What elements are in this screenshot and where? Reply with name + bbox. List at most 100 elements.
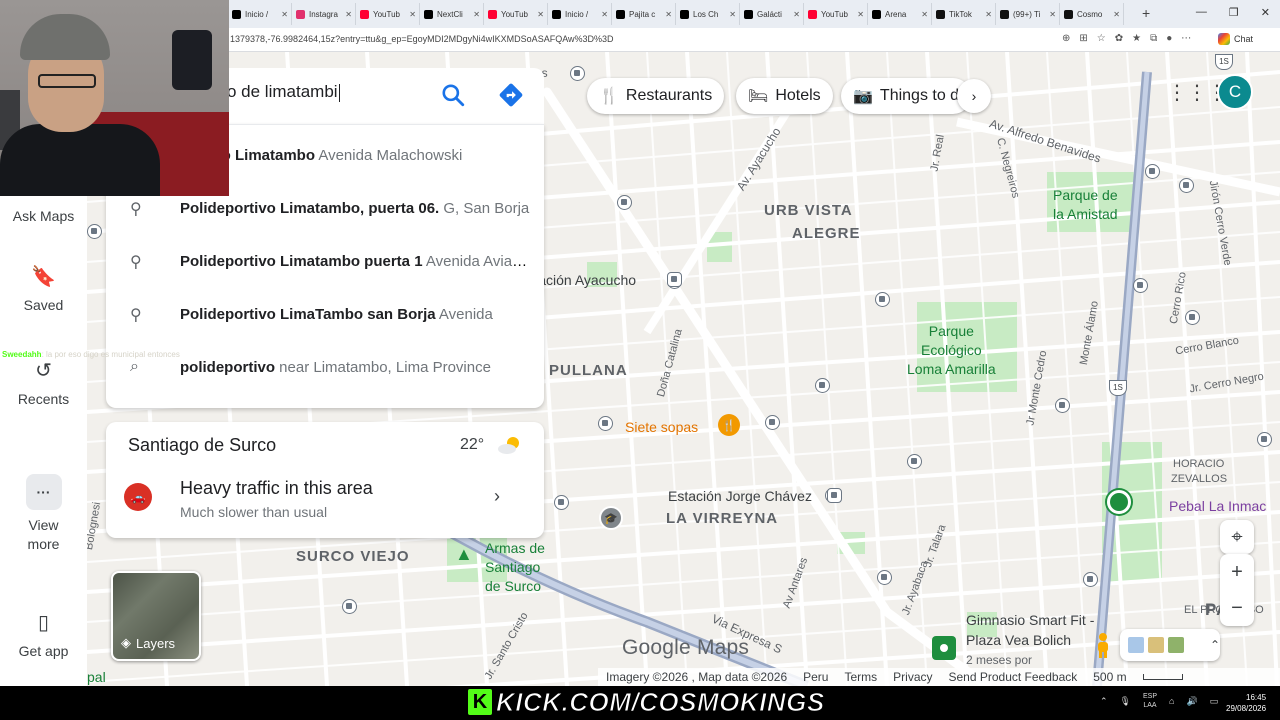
browser-tab[interactable]: Arena ✕ [868, 3, 932, 25]
pegman-icon[interactable] [1094, 632, 1112, 658]
bus-stop-icon[interactable] [907, 454, 922, 469]
mic-icon[interactable]: 🎙 [1120, 696, 1131, 707]
park-label-amistad[interactable]: Parque de la Amistad [1053, 186, 1118, 224]
bus-stop-icon[interactable] [570, 66, 585, 81]
bus-stop-icon[interactable] [554, 495, 569, 510]
bus-stop-icon[interactable] [1145, 164, 1160, 179]
browser-tab[interactable]: Cosmo ✕ [1060, 3, 1124, 25]
rail-recents[interactable]: ↺ Recents [0, 358, 87, 407]
place-marker-icon[interactable] [1107, 490, 1131, 514]
extension-icon[interactable]: ✿ [1115, 33, 1123, 44]
bus-stop-icon[interactable] [1185, 310, 1200, 325]
url-text[interactable]: 1379378,-76.9982464,15z?entry=ttu&g_ep=E… [230, 34, 614, 44]
network-icon[interactable]: ⌂ [1169, 696, 1174, 706]
browser-tab[interactable]: Inicio / ✕ [548, 3, 612, 25]
close-tab-icon[interactable]: ✕ [409, 10, 416, 19]
country-link[interactable]: Peru [803, 670, 828, 684]
feedback-link[interactable]: Send Product Feedback [949, 670, 1078, 684]
imagery-thumb-2[interactable] [1147, 637, 1164, 653]
menu-dots-icon[interactable]: ⋯ [1181, 33, 1191, 44]
browser-tab[interactable]: TikTok ✕ [932, 3, 996, 25]
close-tab-icon[interactable]: ✕ [537, 10, 544, 19]
chevron-right-icon[interactable]: › [494, 486, 500, 507]
suggestion-item[interactable]: ⚲ Polideportivo LimaTambo san Borja Aveni… [106, 290, 544, 340]
my-location-button[interactable]: ⌖ [1220, 520, 1254, 554]
restaurant-marker-icon[interactable]: 🍴 [718, 414, 740, 436]
imagery-toggle[interactable]: ⌃ [1120, 629, 1220, 661]
chip-restaurants[interactable]: 🍴 Restaurants [587, 78, 725, 114]
profile-icon[interactable]: ● [1166, 33, 1172, 44]
bus-stop-icon[interactable] [1055, 398, 1070, 413]
zoom-out-button[interactable]: − [1231, 597, 1243, 620]
browser-tab[interactable]: Galácti ✕ [740, 3, 804, 25]
browser-tab[interactable]: NextCli ✕ [420, 3, 484, 25]
close-tab-icon[interactable]: ✕ [793, 10, 800, 19]
close-tab-icon[interactable]: ✕ [601, 10, 608, 19]
terms-link[interactable]: Terms [844, 670, 877, 684]
park-label-armas[interactable]: Armas de Santiago de Surco [485, 539, 545, 596]
poi-pebal[interactable]: Pebal La Inmac [1169, 498, 1266, 514]
station-ayacucho-icon[interactable] [667, 272, 682, 287]
browser-tab[interactable]: Pajita c ✕ [612, 3, 676, 25]
browser-tab[interactable]: YouTub ✕ [484, 3, 548, 25]
minimize-icon[interactable]: — [1196, 6, 1207, 19]
bus-stop-icon[interactable] [765, 415, 780, 430]
browser-tab[interactable]: Inicio / ✕ [228, 3, 292, 25]
account-avatar[interactable]: C [1217, 74, 1253, 110]
browser-tab[interactable]: YouTub ✕ [804, 3, 868, 25]
layers-button[interactable]: ◈ Layers [111, 571, 201, 661]
imagery-thumb-3[interactable] [1167, 637, 1184, 653]
chips-next-button[interactable]: › [957, 79, 991, 113]
bus-stop-icon[interactable] [87, 224, 102, 239]
scale-label[interactable]: 500 m [1093, 670, 1126, 684]
restore-icon[interactable]: ❐ [1229, 6, 1239, 19]
install-icon[interactable]: ⊞ [1079, 33, 1087, 44]
traffic-title[interactable]: Heavy traffic in this area [180, 478, 373, 499]
bus-stop-icon[interactable] [1083, 572, 1098, 587]
close-tab-icon[interactable]: ✕ [345, 10, 352, 19]
bus-stop-icon[interactable] [1133, 278, 1148, 293]
close-tab-icon[interactable]: ✕ [473, 10, 480, 19]
rail-ask-maps[interactable]: Ask Maps [0, 208, 87, 224]
gym-marker-icon[interactable] [932, 636, 956, 660]
collections-icon[interactable]: ⧉ [1150, 33, 1157, 44]
directions-icon[interactable] [498, 82, 524, 108]
close-tab-icon[interactable]: ✕ [665, 10, 672, 19]
bus-stop-icon[interactable] [1179, 178, 1194, 193]
chevron-up-icon[interactable]: ⌃ [1210, 638, 1220, 652]
close-tab-icon[interactable]: ✕ [1113, 10, 1120, 19]
zoom-in-button[interactable]: + [1231, 561, 1243, 584]
tray-chevron-icon[interactable]: ⌃ [1100, 696, 1108, 707]
browser-tab[interactable]: YouTub ✕ [356, 3, 420, 25]
station-jorge-chavez-icon[interactable] [827, 488, 842, 503]
imagery-thumb-1[interactable] [1128, 637, 1144, 653]
chip-hotels[interactable]: 🛏 Hotels [736, 78, 833, 114]
park-label-loma-amarilla[interactable]: Parque Ecológico Loma Amarilla [907, 322, 996, 379]
close-tab-icon[interactable]: ✕ [857, 10, 864, 19]
school-marker-icon[interactable]: 🎓 [599, 506, 623, 530]
bus-stop-icon[interactable] [1257, 432, 1272, 447]
chip-things-to-do[interactable]: 📷 Things to d [841, 78, 971, 114]
browser-tab[interactable]: (99+) Ti ✕ [996, 3, 1060, 25]
bus-stop-icon[interactable] [875, 292, 890, 307]
close-tab-icon[interactable]: ✕ [921, 10, 928, 19]
privacy-link[interactable]: Privacy [893, 670, 932, 684]
bus-stop-icon[interactable] [342, 599, 357, 614]
close-tab-icon[interactable]: ✕ [1049, 10, 1056, 19]
rail-get-app[interactable]: ▯ Get app [0, 610, 87, 659]
poi-siete-sopas[interactable]: Siete sopas [625, 419, 698, 435]
bookmark-star-icon[interactable]: ☆ [1097, 33, 1106, 44]
close-tab-icon[interactable]: ✕ [729, 10, 736, 19]
language-indicator[interactable]: ESP LAA [1143, 692, 1157, 710]
copilot-chat-button[interactable]: Chat [1218, 33, 1253, 45]
taskbar-clock[interactable]: 16:45 29/08/2026 [1226, 692, 1266, 714]
close-tab-icon[interactable]: ✕ [281, 10, 288, 19]
favorites-icon[interactable]: ★ [1132, 33, 1141, 44]
volume-icon[interactable]: 🔊 [1186, 696, 1197, 707]
battery-icon[interactable]: ▭ [1210, 696, 1219, 707]
search-input[interactable]: o de limatambi [227, 82, 340, 102]
rail-view-more[interactable]: ··· View more [0, 474, 87, 554]
rail-saved[interactable]: 🔖 Saved [0, 264, 87, 313]
browser-tab[interactable]: Los Ch ✕ [676, 3, 740, 25]
bus-stop-icon[interactable] [598, 416, 613, 431]
